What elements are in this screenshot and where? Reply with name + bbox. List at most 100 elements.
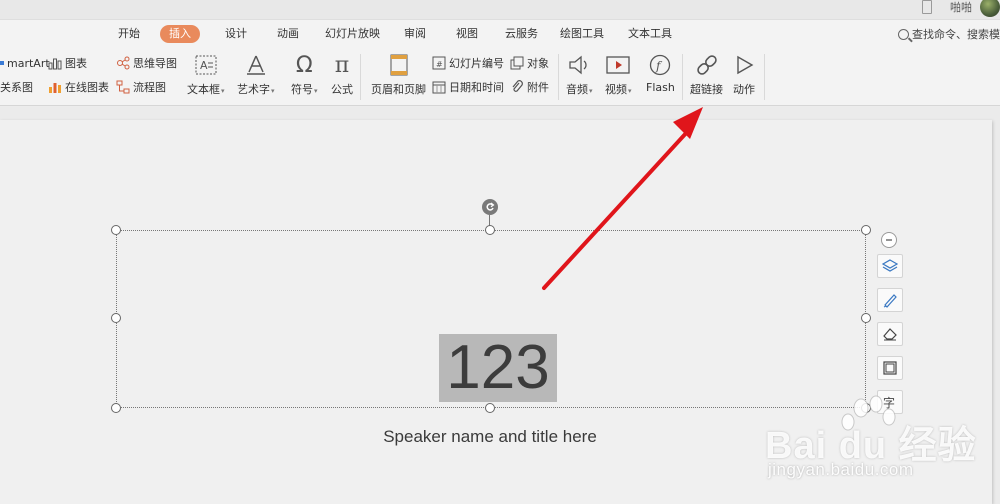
wordart-dropdown-icon: ▾ [271,87,275,95]
slide-number-button[interactable]: # 幻灯片编号 [432,54,504,72]
resize-handle-bottom[interactable] [485,403,495,413]
object-label: 对象 [527,57,549,70]
flash-button[interactable]: f Flash [646,52,675,94]
resize-handle-left[interactable] [111,313,121,323]
chart-label: 图表 [65,57,87,70]
rotate-icon [486,202,495,211]
attachment-button[interactable]: 附件 [510,78,549,96]
flowchart-label: 流程图 [133,81,166,94]
slide-number-icon: # [432,56,446,70]
formula-label: 公式 [331,83,353,96]
resize-handle-top-right[interactable] [861,225,871,235]
header-footer-button[interactable]: 页眉和页脚 [371,52,426,97]
ribbon-separator [360,54,361,100]
watermark-url-text: jingyan.baidu.com [768,460,914,479]
omega-icon: Ω [295,52,313,78]
flash-label: Flash [646,81,675,94]
smartart-button[interactable]: martArt [0,54,50,72]
symbol-button[interactable]: Ω 符号▾ [291,52,318,97]
wordart-label: 艺术字 [237,83,270,96]
audio-dropdown-icon: ▾ [589,87,593,95]
selected-slide-text[interactable]: 123 [439,334,557,402]
relation-chart-button[interactable]: 关系图 [0,78,33,96]
action-label: 动作 [733,83,755,96]
chart-button[interactable]: 图表 [48,54,87,72]
relation-chart-label: 关系图 [0,81,33,94]
attachment-label: 附件 [527,81,549,94]
link-icon [694,52,720,78]
resize-handle-bottom-left[interactable] [111,403,121,413]
insert-ribbon: martArt 关系图 图表 在线图表 思维导图 流程图 A 文本框▾ 艺术字▾… [0,48,1000,106]
audio-label: 音频 [566,83,588,96]
mindmap-button[interactable]: 思维导图 [116,54,177,72]
speaker-icon [566,52,592,78]
header-footer-icon [386,52,412,78]
resize-handle-top[interactable] [485,225,495,235]
menu-tab-bar: 开始 插入 设计 动画 幻灯片放映 审阅 视图 云服务 绘图工具 文本工具 查找… [0,20,1000,48]
textbox-button[interactable]: A 文本框▾ [187,52,225,97]
hyperlink-label: 超链接 [690,83,723,96]
symbol-label: 符号 [291,83,313,96]
online-chart-button[interactable]: 在线图表 [48,78,109,96]
pen-icon [883,294,897,308]
username[interactable]: 啪啪 [950,0,972,15]
online-chart-label: 在线图表 [65,81,109,94]
audio-button[interactable]: 音频▾ [566,52,593,97]
eraser-icon [883,328,897,341]
tab-drawing-tools[interactable]: 绘图工具 [560,25,604,43]
wordart-button[interactable]: 艺术字▾ [237,52,275,97]
frame-style-button[interactable] [877,356,903,380]
symbol-dropdown-icon: ▾ [314,87,318,95]
tab-cloud-service[interactable]: 云服务 [505,25,538,43]
calendar-icon [432,80,446,94]
paperclip-icon [510,80,524,94]
tab-animation[interactable]: 动画 [277,25,299,43]
outline-style-button[interactable] [877,288,903,312]
command-search[interactable]: 查找命令、搜索模 [898,26,1000,42]
video-dropdown-icon: ▾ [628,87,632,95]
online-chart-icon [48,80,62,94]
speaker-placeholder-text[interactable]: Speaker name and title here [300,427,680,447]
hyperlink-button[interactable]: 超链接 [690,52,723,97]
object-icon [510,56,524,70]
layer-button[interactable] [877,254,903,278]
tab-slideshow[interactable]: 幻灯片放映 [325,25,380,43]
mindmap-icon [116,56,130,70]
video-icon [605,52,631,78]
video-button[interactable]: 视频▾ [605,52,632,97]
minus-icon [886,239,892,241]
flash-icon: f [647,52,673,78]
smartart-icon [0,56,4,70]
ribbon-separator [682,54,683,100]
search-placeholder: 查找命令、搜索模 [912,28,1000,41]
tab-home[interactable]: 开始 [118,25,140,43]
object-button[interactable]: 对象 [510,54,549,72]
resize-handle-top-left[interactable] [111,225,121,235]
textbox-label: 文本框 [187,83,220,96]
tab-design[interactable]: 设计 [225,25,247,43]
video-label: 视频 [605,83,627,96]
pi-icon: π [334,52,350,78]
datetime-label: 日期和时间 [449,81,504,94]
rotate-handle[interactable] [482,199,498,215]
document-icon[interactable] [922,0,932,14]
bar-chart-icon [48,56,62,70]
ribbon-separator [558,54,559,100]
datetime-button[interactable]: 日期和时间 [432,78,504,96]
tab-review[interactable]: 审阅 [404,25,426,43]
resize-handle-right[interactable] [861,313,871,323]
tab-view[interactable]: 视图 [456,25,478,43]
tab-insert[interactable]: 插入 [160,25,200,43]
svg-text:#: # [436,60,443,69]
wordart-icon [243,52,269,78]
fill-style-button[interactable] [877,322,903,346]
collapse-toolbar-button[interactable] [881,232,897,248]
svg-text:A: A [200,59,208,72]
avatar[interactable] [980,0,1000,17]
tab-text-tools[interactable]: 文本工具 [628,25,672,43]
formula-button[interactable]: π 公式 [329,52,355,97]
flowchart-button[interactable]: 流程图 [116,78,166,96]
action-button[interactable]: 动作 [731,52,757,97]
mindmap-label: 思维导图 [133,57,177,70]
slide-number-label: 幻灯片编号 [449,57,504,70]
